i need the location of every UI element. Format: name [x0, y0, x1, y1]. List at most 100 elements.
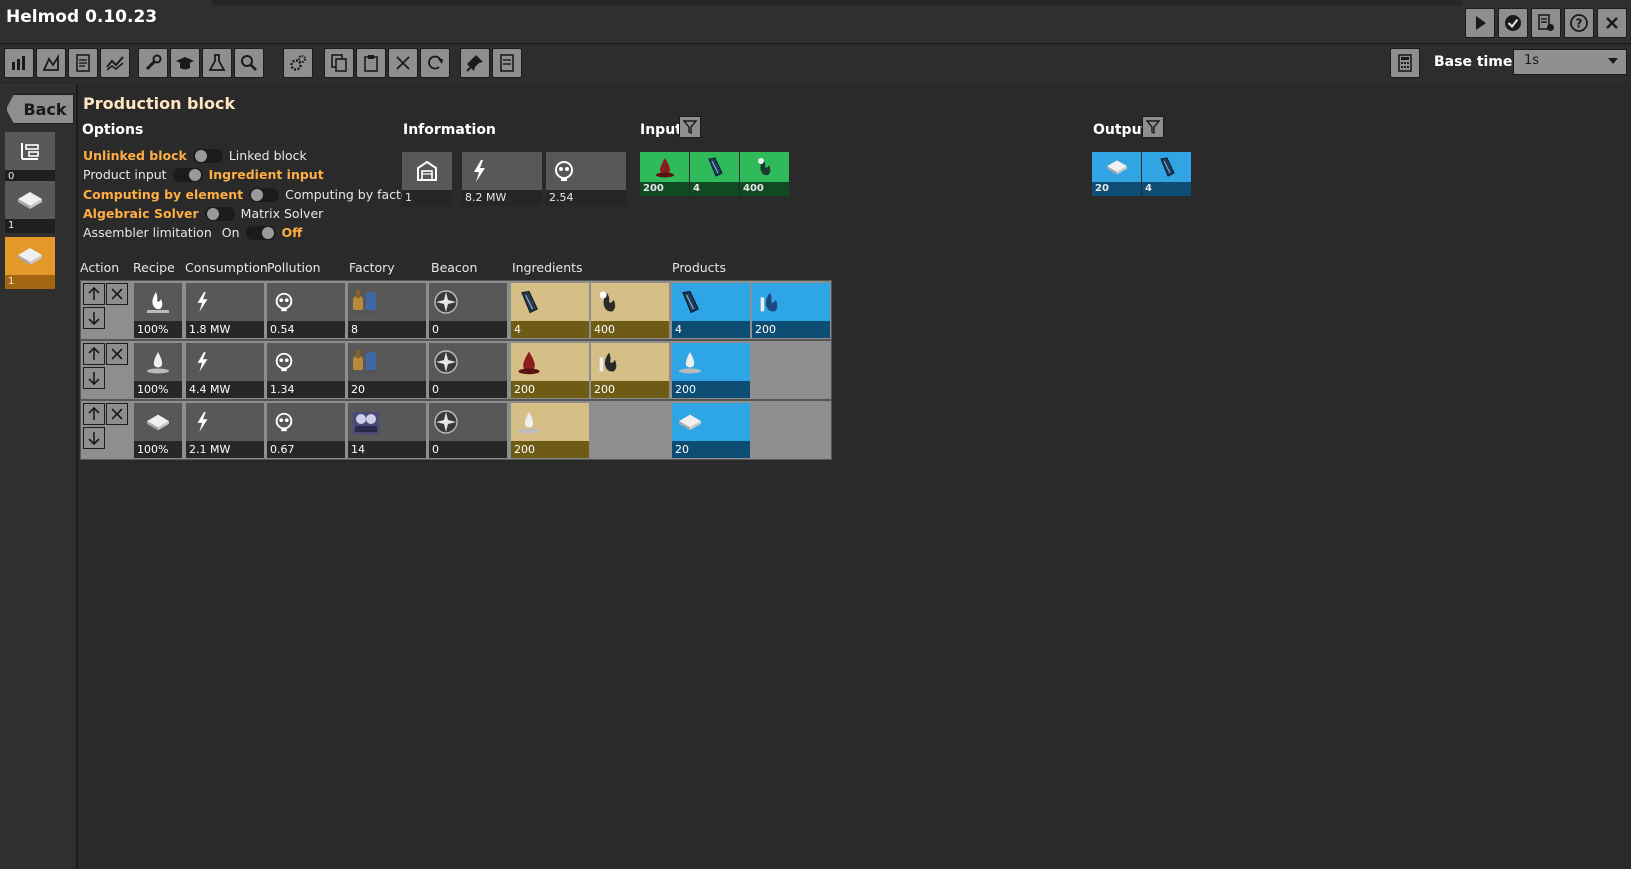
- pin-icon: [466, 55, 483, 72]
- recipe-cell[interactable]: 100%: [134, 283, 182, 338]
- app-title: Helmod 0.10.23: [6, 7, 158, 27]
- lab-button[interactable]: [202, 48, 232, 78]
- back-button[interactable]: Back: [6, 94, 74, 124]
- sidebar-item-plastic-2[interactable]: 1: [5, 237, 55, 289]
- sidebar-item-block[interactable]: 0: [5, 132, 55, 184]
- tools-button[interactable]: [138, 48, 168, 78]
- toggle-switch[interactable]: [192, 148, 223, 163]
- remove-row-button[interactable]: [106, 283, 128, 305]
- product-cell[interactable]: 20: [672, 403, 750, 458]
- input-item[interactable]: 400: [740, 152, 789, 196]
- factory-cell[interactable]: 8: [348, 283, 426, 338]
- copy-button[interactable]: [324, 48, 354, 78]
- remove-row-button[interactable]: [106, 343, 128, 365]
- output-filter-button[interactable]: [1142, 116, 1164, 138]
- help-button[interactable]: ?: [1564, 8, 1594, 38]
- main-panel: Production block Options Unlinked block …: [80, 84, 1631, 869]
- beacon-cell[interactable]: 0: [429, 403, 507, 458]
- production-lines-button[interactable]: [4, 48, 34, 78]
- statistics-button[interactable]: [36, 48, 66, 78]
- column-header-beacon: Beacon: [431, 260, 478, 275]
- sidebar: Back 0 1 1: [0, 84, 78, 869]
- search-button[interactable]: [234, 48, 264, 78]
- product-cell[interactable]: 4: [672, 283, 750, 338]
- technology-button[interactable]: [170, 48, 200, 78]
- move-down-button[interactable]: [83, 307, 105, 329]
- ingredient-value: 200: [511, 381, 589, 398]
- toggle-switch[interactable]: [249, 187, 280, 202]
- toggle-switch[interactable]: [245, 225, 276, 240]
- settings-button[interactable]: [283, 48, 313, 78]
- info-value: 2.54: [546, 190, 626, 206]
- petroleum-gas-icon: [518, 412, 540, 434]
- recipe-cell[interactable]: 100%: [134, 403, 182, 458]
- refresh-icon: [428, 55, 443, 70]
- beacon-icon: [434, 410, 458, 434]
- filter-icon: [683, 120, 697, 134]
- beacon-value: 0: [429, 381, 507, 398]
- move-up-button[interactable]: [83, 403, 105, 425]
- move-up-button[interactable]: [83, 283, 105, 305]
- pin-button[interactable]: [460, 48, 490, 78]
- move-down-button[interactable]: [83, 367, 105, 389]
- refresh-button[interactable]: [420, 48, 450, 78]
- recipe-cell[interactable]: 100%: [134, 343, 182, 398]
- recipe-value: 100%: [134, 321, 182, 338]
- input-filter-button[interactable]: [679, 116, 701, 138]
- drag-handle[interactable]: [212, 0, 1462, 6]
- sidebar-item-count: 1: [5, 275, 55, 289]
- ingredient-cell[interactable]: 200: [591, 343, 669, 398]
- input-title: Input: [640, 122, 682, 138]
- option-left-label: Unlinked block: [83, 148, 187, 163]
- ingredient-cell[interactable]: 4: [511, 283, 589, 338]
- clipboard-icon: [364, 55, 378, 72]
- help-icon: ?: [1570, 14, 1588, 32]
- toggle-switch[interactable]: [172, 167, 203, 182]
- plastic-bar-icon: [18, 192, 42, 209]
- graph-button[interactable]: [100, 48, 130, 78]
- pollution-value: 0.67: [267, 441, 345, 458]
- product-cell[interactable]: 200: [672, 343, 750, 398]
- ingredient-cell[interactable]: 200: [511, 403, 589, 458]
- info-document-button[interactable]: [492, 48, 522, 78]
- beacon-value: 0: [429, 321, 507, 338]
- pollution-cell: 1.34: [267, 343, 345, 398]
- product-cell[interactable]: 200: [752, 283, 830, 338]
- beacon-cell[interactable]: 0: [429, 343, 507, 398]
- base-time-select[interactable]: 1s: [1513, 49, 1627, 75]
- item-amount: 400: [740, 182, 789, 196]
- paste-button[interactable]: [356, 48, 386, 78]
- calculator-button[interactable]: [1390, 48, 1420, 78]
- preferences-button[interactable]: [1531, 8, 1561, 38]
- input-item[interactable]: 4: [690, 152, 739, 196]
- factory-cell[interactable]: 14: [348, 403, 426, 458]
- close-button[interactable]: [1597, 8, 1627, 38]
- coal-icon: [521, 290, 538, 314]
- consumption-cell: 1.8 MW: [186, 283, 264, 338]
- delete-button[interactable]: [388, 48, 418, 78]
- factory-cell[interactable]: 20: [348, 343, 426, 398]
- check-button[interactable]: [1498, 8, 1528, 38]
- ingredient-cell[interactable]: 200: [511, 343, 589, 398]
- output-item[interactable]: 20: [1092, 152, 1141, 196]
- ingredient-value: 400: [591, 321, 669, 338]
- summary-button[interactable]: [68, 48, 98, 78]
- trend-icon: [106, 56, 124, 71]
- consumption-value: 1.8 MW: [186, 321, 264, 338]
- input-item[interactable]: 200: [640, 152, 689, 196]
- info-energy: 8.2 MW: [462, 152, 542, 206]
- output-title: Output: [1093, 122, 1149, 138]
- document-icon: [500, 54, 514, 72]
- move-up-button[interactable]: [83, 343, 105, 365]
- beacon-cell[interactable]: 0: [429, 283, 507, 338]
- output-item[interactable]: 4: [1142, 152, 1191, 196]
- move-down-button[interactable]: [83, 427, 105, 449]
- play-button[interactable]: [1465, 8, 1495, 38]
- remove-row-button[interactable]: [106, 403, 128, 425]
- ingredient-cell[interactable]: 400: [591, 283, 669, 338]
- coal-icon: [1159, 157, 1175, 177]
- sidebar-item-plastic-1[interactable]: 1: [5, 181, 55, 233]
- ingredient-value: 200: [591, 381, 669, 398]
- factory-chart-icon: [12, 56, 25, 70]
- toggle-switch[interactable]: [204, 206, 235, 221]
